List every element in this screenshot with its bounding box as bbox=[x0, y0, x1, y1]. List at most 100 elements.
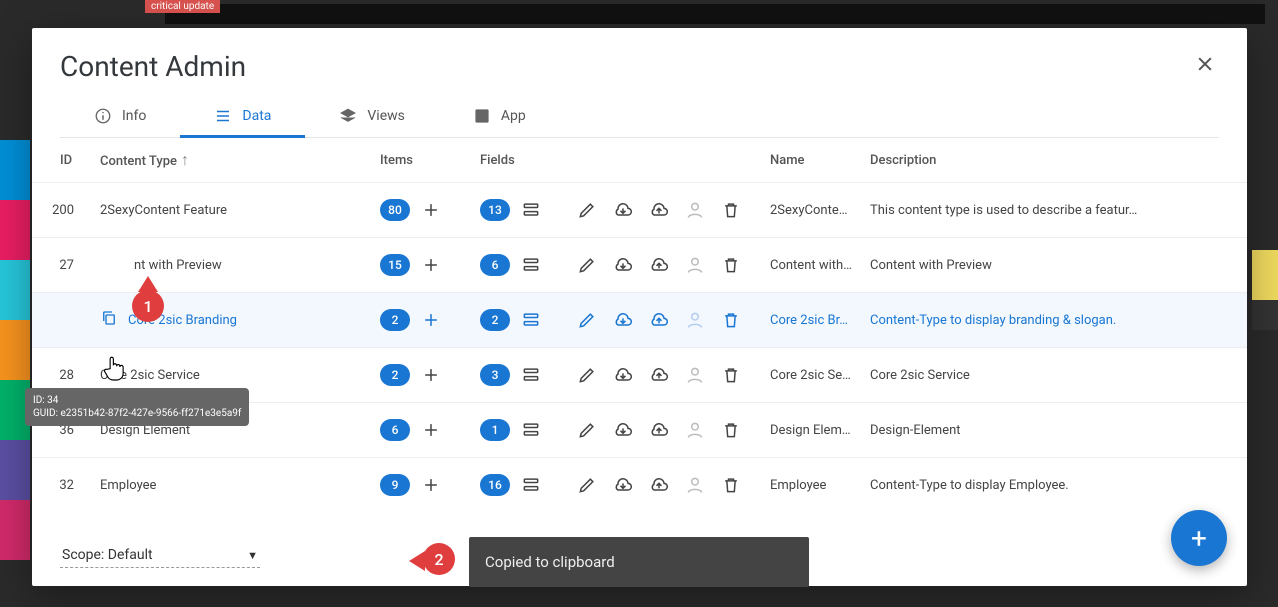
callout-2: 2 bbox=[423, 543, 455, 575]
edit-icon[interactable] bbox=[572, 360, 602, 390]
delete-icon[interactable] bbox=[716, 305, 746, 335]
cloud-upload-icon[interactable] bbox=[644, 360, 674, 390]
row-description: Core 2sic Service bbox=[862, 348, 1247, 403]
tab-app[interactable]: App bbox=[439, 95, 560, 137]
scope-label: Scope: Default bbox=[62, 547, 153, 563]
fields-count[interactable]: 1 bbox=[480, 419, 510, 441]
items-count[interactable]: 6 bbox=[380, 419, 410, 441]
cloud-upload-icon[interactable] bbox=[644, 305, 674, 335]
content-types-table: ID Content Type↑ Items Fields Name Descr… bbox=[32, 138, 1247, 512]
fields-count[interactable]: 6 bbox=[480, 254, 510, 276]
items-count[interactable]: 9 bbox=[380, 474, 410, 496]
delete-icon[interactable] bbox=[716, 415, 746, 445]
edit-icon[interactable] bbox=[572, 195, 602, 225]
add-button[interactable]: + bbox=[1171, 510, 1227, 566]
cloud-download-icon[interactable] bbox=[608, 195, 638, 225]
delete-icon[interactable] bbox=[716, 470, 746, 500]
tab-views[interactable]: Views bbox=[305, 95, 439, 137]
cloud-upload-icon[interactable] bbox=[644, 195, 674, 225]
scope-select[interactable]: Scope: Default ▼ bbox=[60, 543, 260, 568]
fields-count[interactable]: 3 bbox=[480, 364, 510, 386]
items-count[interactable]: 2 bbox=[380, 309, 410, 331]
content-type-name: 2SexyContent Feature bbox=[92, 183, 372, 238]
table-row[interactable]: 32Employee916EmployeeContent-Type to dis… bbox=[32, 458, 1247, 513]
edit-icon[interactable] bbox=[572, 305, 602, 335]
cloud-upload-icon[interactable] bbox=[644, 415, 674, 445]
row-id: 27 bbox=[32, 238, 92, 293]
col-items[interactable]: Items bbox=[372, 138, 472, 183]
cloud-download-icon[interactable] bbox=[608, 415, 638, 445]
add-item-icon[interactable] bbox=[416, 195, 446, 225]
tab-label: Info bbox=[122, 108, 146, 124]
permissions-icon[interactable] bbox=[680, 360, 710, 390]
col-content-type[interactable]: Content Type↑ bbox=[92, 138, 372, 183]
list-icon[interactable] bbox=[516, 470, 546, 500]
permissions-icon[interactable] bbox=[680, 470, 710, 500]
row-description: Content with Preview bbox=[862, 238, 1247, 293]
content-type-name: Employee bbox=[92, 458, 372, 513]
chevron-down-icon: ▼ bbox=[247, 549, 258, 562]
delete-icon[interactable] bbox=[716, 250, 746, 280]
items-count[interactable]: 15 bbox=[380, 254, 410, 276]
edit-icon[interactable] bbox=[572, 250, 602, 280]
row-name: Content with… bbox=[762, 238, 862, 293]
add-item-icon[interactable] bbox=[416, 360, 446, 390]
row-name: Core 2sic Br… bbox=[762, 293, 862, 348]
background-topnav bbox=[165, 4, 1265, 24]
delete-icon[interactable] bbox=[716, 195, 746, 225]
items-count[interactable]: 2 bbox=[380, 364, 410, 386]
tab-data[interactable]: Data bbox=[180, 95, 305, 137]
content-type-name: nt with Preview bbox=[92, 238, 372, 293]
list-icon[interactable] bbox=[516, 415, 546, 445]
copy-icon[interactable] bbox=[100, 309, 118, 331]
list-icon[interactable] bbox=[516, 250, 546, 280]
edit-icon[interactable] bbox=[572, 470, 602, 500]
cloud-upload-icon[interactable] bbox=[644, 250, 674, 280]
permissions-icon[interactable] bbox=[680, 305, 710, 335]
tab-label: Views bbox=[367, 108, 405, 124]
col-id[interactable]: ID bbox=[32, 138, 92, 183]
table-row[interactable]: 27nt with Preview 15 6 Content with…Content… bbox=[32, 238, 1247, 293]
id-guid-tooltip: ID: 34 GUID: e2351b42-87f2-427e-9566-ff2… bbox=[25, 388, 249, 426]
cursor-hand-icon bbox=[102, 352, 128, 382]
col-description[interactable]: Description bbox=[862, 138, 1247, 183]
row-id: 32 bbox=[32, 458, 92, 513]
list-icon[interactable] bbox=[516, 195, 546, 225]
table-row[interactable]: 2002SexyContent Feature80132SexyConte…Th… bbox=[32, 183, 1247, 238]
col-fields[interactable]: Fields bbox=[472, 138, 762, 183]
content-admin-modal: Content Admin Info Data Views App bbox=[32, 28, 1247, 586]
tab-info[interactable]: Info bbox=[60, 95, 180, 137]
close-icon[interactable] bbox=[1191, 50, 1219, 83]
callout-1: 1 bbox=[132, 290, 164, 322]
add-item-icon[interactable] bbox=[416, 250, 446, 280]
cloud-upload-icon[interactable] bbox=[644, 470, 674, 500]
add-item-icon[interactable] bbox=[416, 470, 446, 500]
row-name: Design Elem… bbox=[762, 403, 862, 458]
delete-icon[interactable] bbox=[716, 360, 746, 390]
data-table-scroll[interactable]: ID Content Type↑ Items Fields Name Descr… bbox=[32, 138, 1247, 533]
add-item-icon[interactable] bbox=[416, 305, 446, 335]
fields-count[interactable]: 13 bbox=[480, 199, 510, 221]
list-icon[interactable] bbox=[516, 360, 546, 390]
col-name[interactable]: Name bbox=[762, 138, 862, 183]
permissions-icon[interactable] bbox=[680, 415, 710, 445]
fields-count[interactable]: 16 bbox=[480, 474, 510, 496]
toast: Copied to clipboard bbox=[469, 537, 809, 587]
edit-icon[interactable] bbox=[572, 415, 602, 445]
items-count[interactable]: 80 bbox=[380, 199, 410, 221]
add-item-icon[interactable] bbox=[416, 415, 446, 445]
fields-count[interactable]: 2 bbox=[480, 309, 510, 331]
row-description: Content-Type to display branding & sloga… bbox=[862, 293, 1247, 348]
cloud-download-icon[interactable] bbox=[608, 360, 638, 390]
tab-label: App bbox=[501, 108, 526, 124]
table-row[interactable]: Core 2sic Branding22Core 2sic Br…Content… bbox=[32, 293, 1247, 348]
cloud-download-icon[interactable] bbox=[608, 250, 638, 280]
row-name: Core 2sic Se… bbox=[762, 348, 862, 403]
cloud-download-icon[interactable] bbox=[608, 305, 638, 335]
row-id bbox=[32, 293, 92, 348]
row-description: Content-Type to display Employee. bbox=[862, 458, 1247, 513]
cloud-download-icon[interactable] bbox=[608, 470, 638, 500]
permissions-icon[interactable] bbox=[680, 250, 710, 280]
permissions-icon[interactable] bbox=[680, 195, 710, 225]
list-icon[interactable] bbox=[516, 305, 546, 335]
